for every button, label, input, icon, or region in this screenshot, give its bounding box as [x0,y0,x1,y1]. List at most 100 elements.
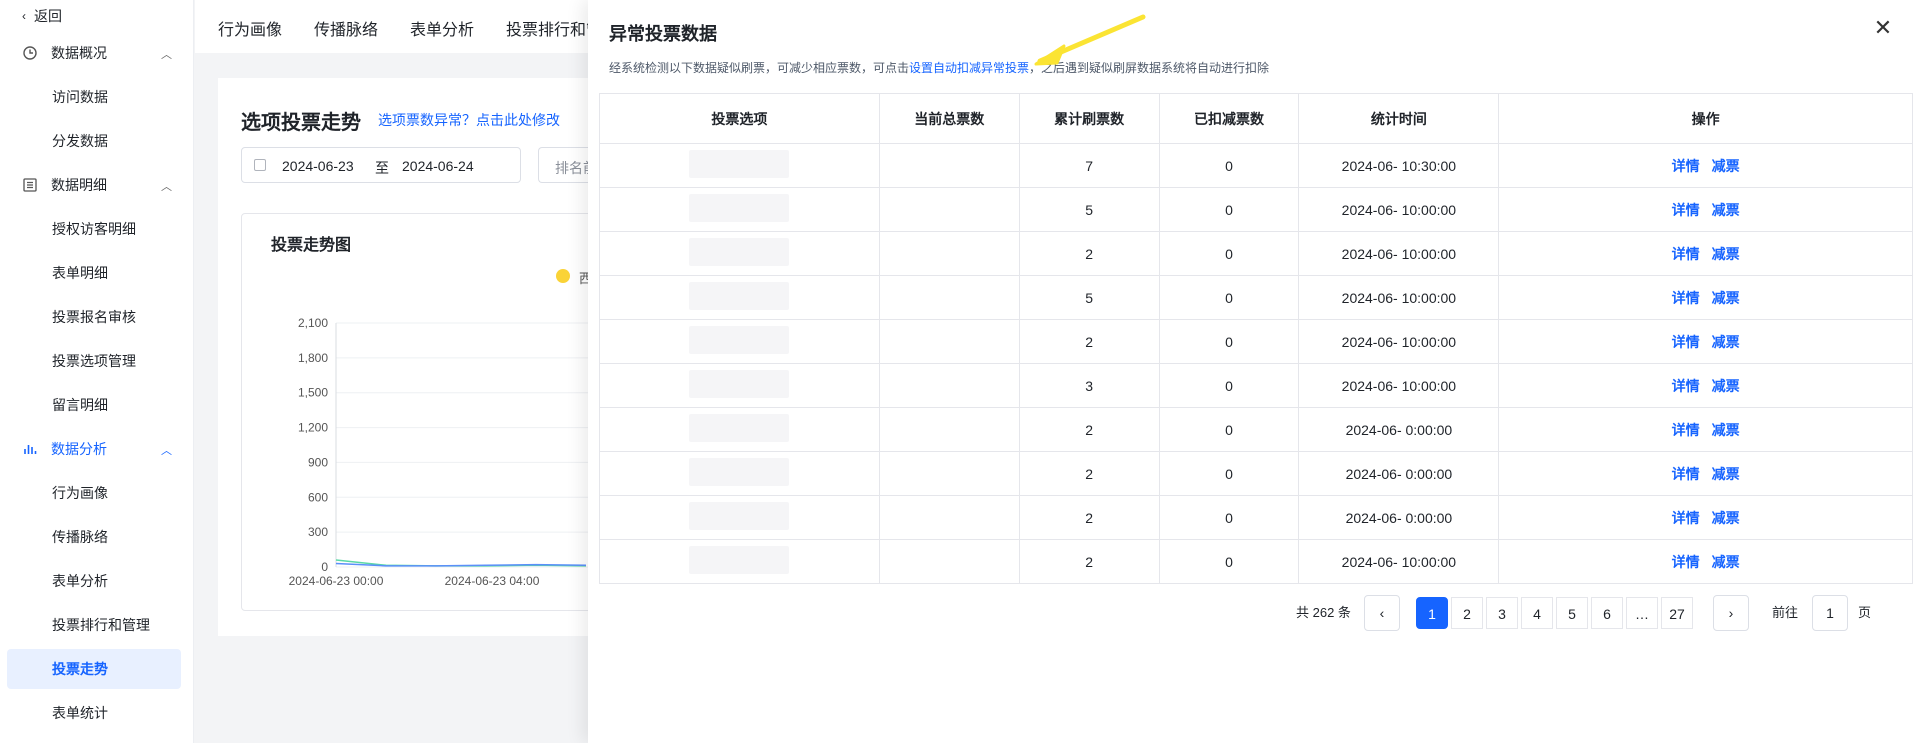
redacted-block [689,326,790,354]
page-number-button[interactable]: 3 [1486,597,1518,629]
sidebar-item-distribution-data[interactable]: 分发数据 [52,121,108,161]
sidebar-item-vote-trend[interactable]: 投票走势 [52,649,108,689]
table-row: 2 0 2024-06- 0:00:00 详情 减票 [599,407,1913,452]
goto-label: 前往 [1772,605,1799,620]
cell-stat-time: 2024-06- 0:00:00 [1298,495,1500,540]
cell-actions: 详情 减票 [1498,495,1913,540]
sidebar-item-form-details[interactable]: 表单明细 [52,253,108,293]
back-button[interactable]: ‹ 返回 [22,6,62,26]
reduce-vote-link[interactable]: 减票 [1712,202,1740,218]
sidebar-item-vote-option-management[interactable]: 投票选项管理 [52,341,136,381]
sidebar-group-label: 数据明细 [51,177,107,193]
anomaly-link[interactable]: 选项票数异常？点击此处修改 [378,110,560,130]
total-count: 共 262 条 [1296,605,1351,620]
next-page-button[interactable]: › [1713,595,1749,631]
detail-link[interactable]: 详情 [1672,510,1700,526]
page-number-button[interactable]: 27 [1661,597,1693,629]
chevron-up-icon: ︿ [161,445,172,457]
cell-actions: 详情 减票 [1498,231,1913,276]
cell-actions: 详情 减票 [1498,539,1913,584]
detail-link[interactable]: 详情 [1672,554,1700,570]
detail-link[interactable]: 详情 [1672,334,1700,350]
page-number-button[interactable]: 2 [1451,597,1483,629]
reduce-vote-link[interactable]: 减票 [1712,554,1740,570]
redacted-block [689,194,790,222]
tab-form-analysis[interactable]: 表单分析 [410,16,474,40]
page-label: 页 [1858,605,1872,620]
reduce-vote-link[interactable]: 减票 [1712,510,1740,526]
notice-text: 经系统检测以下数据疑似刷票，可减少相应票数，可点击 [609,61,910,75]
cell-vote-option [599,451,880,496]
cell-stat-time: 2024-06- 10:00:00 [1298,231,1500,276]
cell-deducted: 0 [1158,143,1300,188]
reduce-vote-link[interactable]: 减票 [1712,422,1740,438]
bar-chart-icon [22,441,38,457]
y-tick-label: 1,500 [298,386,328,400]
page-number-button[interactable]: 4 [1521,597,1553,629]
sidebar-item-visit-data[interactable]: 访问数据 [52,77,108,117]
chevron-left-icon: ‹ [22,9,26,23]
cell-actions: 详情 减票 [1498,187,1913,232]
reduce-vote-link[interactable]: 减票 [1712,466,1740,482]
sidebar-item-form-stats[interactable]: 表单统计 [52,693,108,733]
reduce-vote-link[interactable]: 减票 [1712,334,1740,350]
detail-link[interactable]: 详情 [1672,246,1700,262]
close-icon[interactable]: ✕ [1873,17,1893,39]
anomaly-drawer: 异常投票数据 ✕ 经系统检测以下数据疑似刷票，可减少相应票数，可点击设置自动扣减… [588,0,1913,743]
anomaly-table: 投票选项 当前总票数 累计刷票数 已扣减票数 统计时间 操作 7 0 2024-06… [599,93,1913,584]
sidebar-item-authorized-visitors[interactable]: 授权访客明细 [52,209,136,249]
reduce-vote-link[interactable]: 减票 [1712,246,1740,262]
sidebar-item-spread-path[interactable]: 传播脉络 [52,517,108,557]
sidebar-item-vote-signup-review[interactable]: 投票报名审核 [52,297,136,337]
cell-brush-count: 2 [1018,407,1160,452]
prev-page-button[interactable]: ‹ [1364,595,1400,631]
pagination: 共 262 条 ‹ 1 2 3 4 5 6… 27 › 前往 1 页 [588,595,1913,631]
sidebar-item-vote-ranking[interactable]: 投票排行和管理 [52,605,150,645]
cell-deducted: 0 [1158,363,1300,408]
col-deducted: 已扣减票数 [1158,93,1300,144]
tab-behavior-profile[interactable]: 行为画像 [218,16,282,40]
detail-link[interactable]: 详情 [1672,466,1700,482]
chevron-up-icon: ︿ [161,49,172,61]
page-number-button[interactable]: 6 [1591,597,1623,629]
annotation-arrow-icon [1034,14,1146,66]
page-number-button[interactable]: 1 [1416,597,1448,629]
cell-brush-count: 2 [1018,319,1160,364]
detail-link[interactable]: 详情 [1672,290,1700,306]
sidebar-group-details[interactable]: 数据明细 ︿ [22,165,172,205]
detail-link[interactable]: 详情 [1672,378,1700,394]
sidebar-item-form-analysis[interactable]: 表单分析 [52,561,108,601]
cell-deducted: 0 [1158,319,1300,364]
tab-spread-path[interactable]: 传播脉络 [314,16,378,40]
sidebar-group-analysis[interactable]: 数据分析 ︿ [22,429,172,469]
detail-link[interactable]: 详情 [1672,202,1700,218]
table-row: 2 0 2024-06- 10:00:00 详情 减票 [599,319,1913,364]
y-tick-label: 1,800 [298,351,328,365]
sidebar-item-behavior-profile[interactable]: 行为画像 [52,473,108,513]
sidebar-item-message-details[interactable]: 留言明细 [52,385,108,425]
auto-deduct-link[interactable]: 设置自动扣减异常投票 [909,61,1029,75]
page-ellipsis[interactable]: … [1626,597,1658,629]
reduce-vote-link[interactable]: 减票 [1712,290,1740,306]
y-tick-label: 600 [308,490,328,504]
x-tick-label: 2024-06-23 00:00 [289,574,384,588]
table-row: 5 0 2024-06- 10:00:00 详情 减票 [599,275,1913,320]
detail-link[interactable]: 详情 [1672,158,1700,174]
reduce-vote-link[interactable]: 减票 [1712,378,1740,394]
redacted-block [689,458,790,486]
sidebar-group-overview[interactable]: 数据概况 ︿ [22,33,172,73]
page-title: 选项投票走势 [241,112,361,134]
table-row: 3 0 2024-06- 10:00:00 详情 减票 [599,363,1913,408]
cell-brush-count: 2 [1018,451,1160,496]
detail-link[interactable]: 详情 [1672,422,1700,438]
page-number-button[interactable]: 5 [1556,597,1588,629]
date-range-picker[interactable]: 2024-06-23 至 2024-06-24 [241,147,521,183]
goto-page-input[interactable]: 1 [1812,595,1848,631]
clock-icon [22,45,38,61]
cell-brush-count: 5 [1018,187,1160,232]
cell-stat-time: 2024-06- 0:00:00 [1298,451,1500,496]
cell-brush-count: 7 [1018,143,1160,188]
reduce-vote-link[interactable]: 减票 [1712,158,1740,174]
cell-vote-option [599,495,880,540]
y-tick-label: 300 [308,525,328,539]
